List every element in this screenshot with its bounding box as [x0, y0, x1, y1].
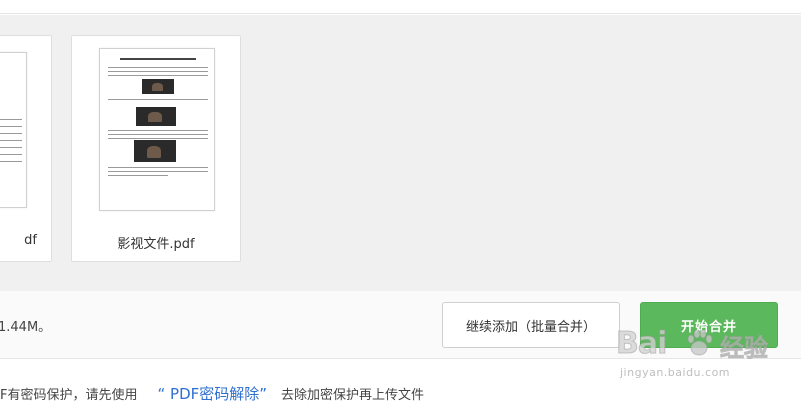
notice-prefix: F有密码保护，请先使用 [0, 388, 138, 401]
file-name: df [24, 233, 37, 248]
top-strip [0, 0, 801, 14]
watermark-url: jingyan.baidu.com [620, 366, 731, 379]
notice-suffix: 去除加密保护再上传文件 [281, 388, 425, 401]
pdf-thumbnail [0, 52, 27, 208]
continue-add-button[interactable]: 继续添加（批量合并） [442, 302, 620, 348]
action-bar: 1.44M。 继续添加（批量合并） 开始合并 [0, 291, 801, 359]
password-notice: F有密码保护，请先使用 “ PDF密码解除” 去除加密保护再上传文件 [0, 383, 424, 401]
start-merge-button[interactable]: 开始合并 [640, 302, 778, 348]
pdf-unlock-link[interactable]: “ PDF密码解除” [157, 385, 267, 401]
file-card[interactable]: df [0, 35, 52, 262]
pdf-thumbnail [99, 48, 215, 211]
total-size-text: 1.44M。 [0, 320, 52, 335]
file-card[interactable]: 影视文件.pdf [71, 35, 241, 262]
file-list-area: df 影视文件.pdf [0, 15, 801, 291]
file-name: 影视文件.pdf [117, 237, 195, 252]
